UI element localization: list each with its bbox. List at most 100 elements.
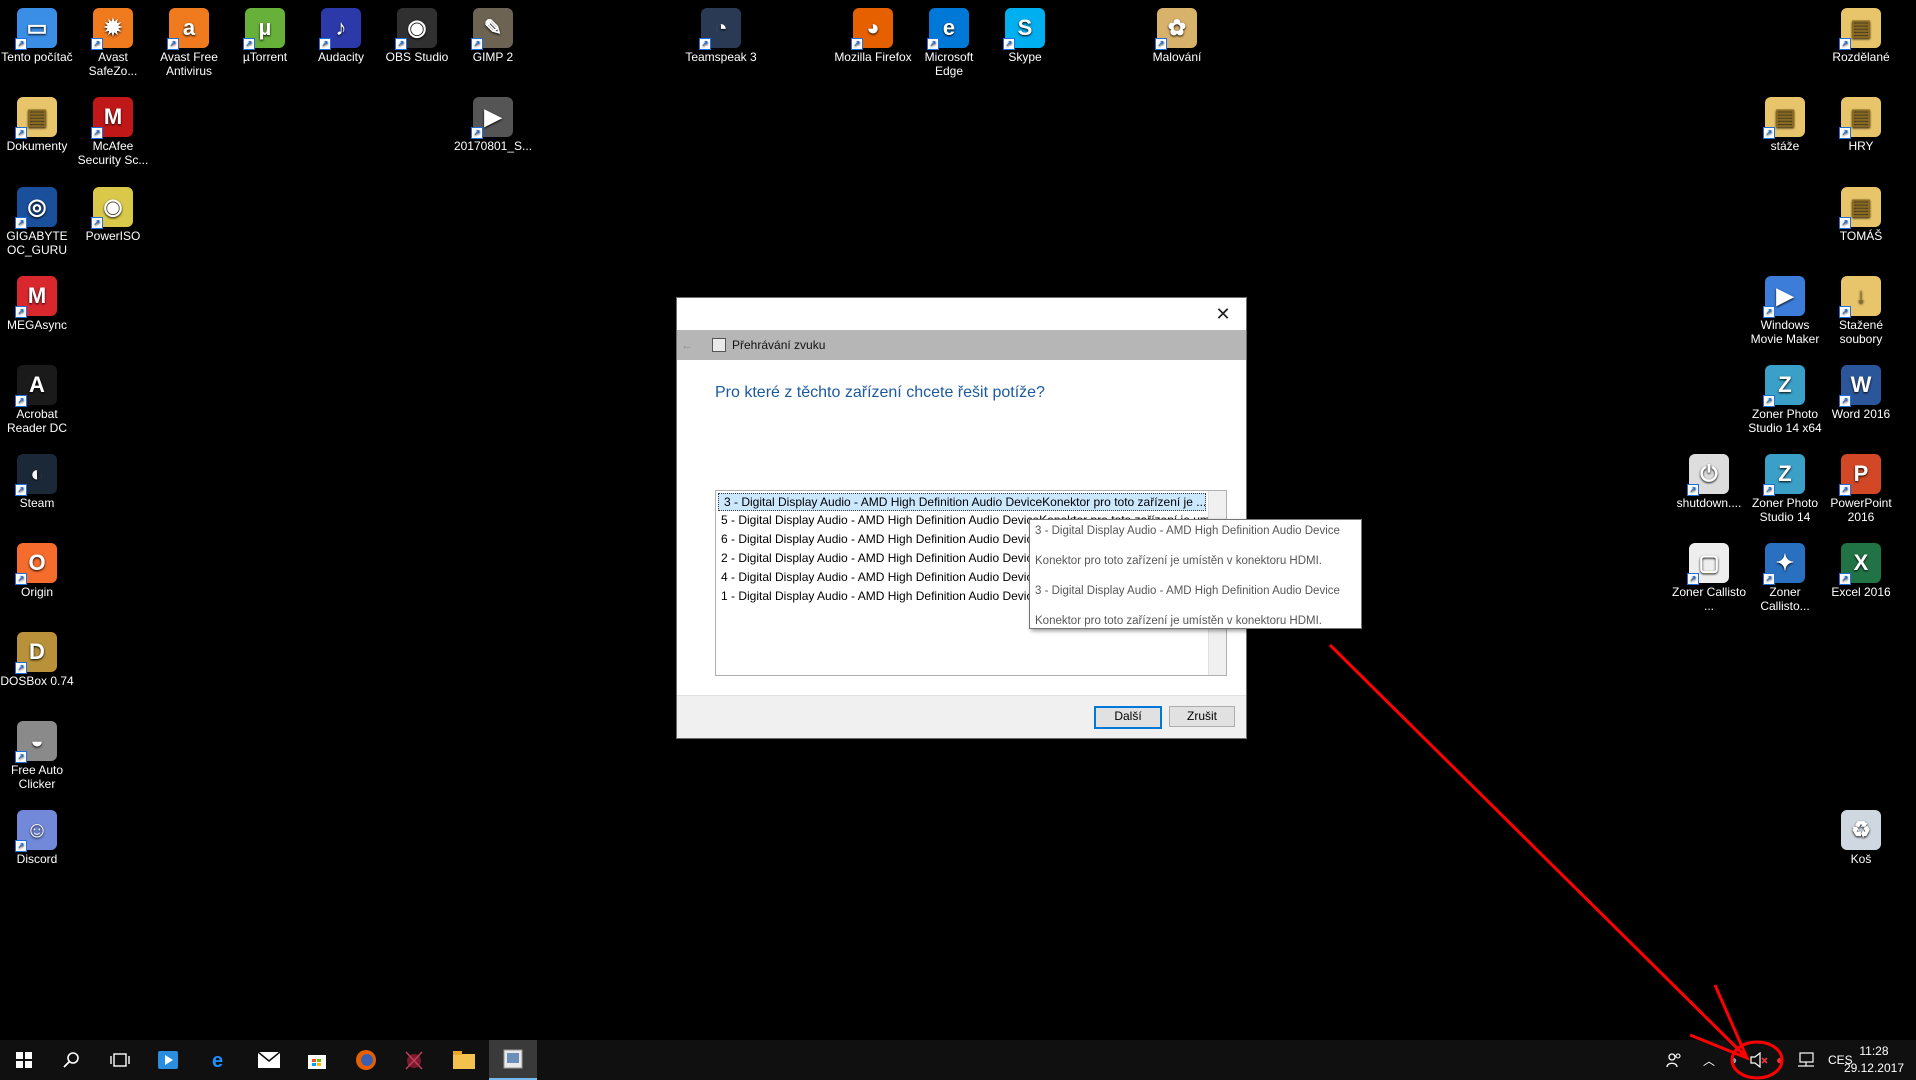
desktop-icon[interactable]: ↓ ↗ Stažené soubory: [1821, 272, 1901, 356]
people-button[interactable]: [1666, 1040, 1682, 1080]
desktop-icon-label: Discord: [16, 852, 58, 866]
desktop-icon-label: GIMP 2: [472, 50, 514, 64]
taskbar-app-store[interactable]: [293, 1040, 341, 1080]
desktop-icon[interactable]: S ↗ Skype: [985, 4, 1065, 88]
shortcut-arrow-icon: ↗: [1839, 127, 1851, 139]
desktop-icon[interactable]: a ↗ Avast Free Antivirus: [149, 4, 229, 88]
desktop-icon-label: Free Auto Clicker: [10, 763, 64, 791]
taskbar-app-troubleshooter[interactable]: [489, 1040, 537, 1080]
taskbar-app-game[interactable]: [390, 1040, 438, 1080]
desktop-icon[interactable]: ▤ ↗ Dokumenty: [0, 93, 77, 177]
origin-icon: O ↗: [15, 543, 57, 585]
cancel-button[interactable]: Zrušit: [1169, 706, 1235, 727]
desktop-icon[interactable]: ♻ Koš: [1821, 806, 1901, 890]
desktop-icon[interactable]: ♪ ↗ Audacity: [301, 4, 381, 88]
shortcut-arrow-icon: ↗: [471, 38, 483, 50]
tray-network-app[interactable]: ●: [1730, 1040, 1737, 1080]
desktop-icon[interactable]: P ↗ PowerPoint 2016: [1821, 450, 1901, 534]
taskbar-app-media-player[interactable]: [144, 1040, 192, 1080]
desktop-icon[interactable]: W ↗ Word 2016: [1821, 361, 1901, 445]
tray-alert-app[interactable]: ●: [1776, 1040, 1783, 1080]
network-button[interactable]: [1797, 1040, 1815, 1080]
show-hidden-icons-button[interactable]: ︿: [1703, 1040, 1715, 1080]
desktop-icon[interactable]: ☺ ↗ Discord: [0, 806, 77, 890]
desktop-icon-label: Zoner Photo Studio 14 x64: [1748, 407, 1822, 435]
desktop-icon[interactable]: ⏻ ↗ shutdown....: [1669, 450, 1749, 534]
desktop-icon[interactable]: D ↗ DOSBox 0.74: [0, 628, 77, 712]
taskbar-app-mail[interactable]: [245, 1040, 293, 1080]
desktop-icon[interactable]: M ↗ McAfee Security Sc...: [73, 93, 153, 177]
shortcut-arrow-icon: ↗: [1763, 127, 1775, 139]
desktop-icon[interactable]: ▤ ↗ stáže: [1745, 93, 1825, 177]
next-button[interactable]: Další: [1094, 706, 1162, 729]
taskbar-app-firefox[interactable]: [342, 1040, 390, 1080]
mail-icon: [258, 1052, 280, 1068]
desktop-icon[interactable]: ▢ ↗ Zoner Callisto ...: [1669, 539, 1749, 623]
tray-app-icon: ●: [1730, 1053, 1738, 1067]
powerpoint-icon: P ↗: [1839, 454, 1881, 496]
computer-icon: ▭ ↗: [15, 8, 57, 50]
desktop-icon[interactable]: ▤ ↗ HRY: [1821, 93, 1901, 177]
game-icon: [405, 1051, 423, 1070]
shortcut-arrow-icon: ↗: [15, 217, 27, 229]
desktop-icon[interactable]: M ↗ MEGAsync: [0, 272, 77, 356]
search-button[interactable]: [48, 1040, 96, 1080]
taskbar-app-edge[interactable]: e: [196, 1040, 244, 1080]
shortcut-arrow-icon: ↗: [15, 751, 27, 763]
shortcut-arrow-icon: ↗: [1763, 306, 1775, 318]
sound-troubleshooter-dialog: ✕ ← Přehrávání zvuku Pro které z těchto …: [676, 297, 1247, 739]
desktop-icon[interactable]: ◒ ↗ Free Auto Clicker: [0, 717, 77, 801]
desktop-icon[interactable]: µ ↗ µTorrent: [225, 4, 305, 88]
device-list-item[interactable]: 3 - Digital Display Audio - AMD High Def…: [718, 493, 1206, 511]
tooltip-line: 3 - Digital Display Audio - AMD High Def…: [1035, 525, 1340, 537]
folder-icon: ▤ ↗: [1839, 187, 1881, 229]
desktop-icon-label: Excel 2016: [1831, 585, 1891, 599]
desktop-icon[interactable]: ◕ ↗ Mozilla Firefox: [833, 4, 913, 88]
desktop-icon[interactable]: ▭ ↗ Tento počítač: [0, 4, 77, 88]
desktop-icon[interactable]: ✦ ↗ Zoner Callisto...: [1745, 539, 1825, 623]
shortcut-arrow-icon: ↗: [851, 38, 863, 50]
dialog-titlebar[interactable]: ✕: [677, 298, 1246, 330]
back-arrow-icon[interactable]: ←: [677, 338, 697, 352]
desktop-icon[interactable]: ◉ ↗ PowerISO: [73, 183, 153, 267]
desktop-icon[interactable]: ◔ ↗ Teamspeak 3: [681, 4, 761, 88]
desktop-icon[interactable]: Z ↗ Zoner Photo Studio 14: [1745, 450, 1825, 534]
desktop-icon[interactable]: O ↗ Origin: [0, 539, 77, 623]
desktop-icon-label: Word 2016: [1831, 407, 1891, 421]
clock[interactable]: 11:28 29.12.2017: [1844, 1043, 1904, 1077]
shortcut-arrow-icon: ↗: [15, 306, 27, 318]
desktop-icon[interactable]: ▶ ↗ 20170801_S...: [453, 93, 533, 177]
start-button[interactable]: [0, 1040, 48, 1080]
start-icon: [16, 1052, 32, 1068]
desktop-icon[interactable]: ◎ ↗ GIGABYTE OC_GURU: [0, 183, 77, 267]
desktop-icon-label: Origin: [20, 585, 53, 599]
desktop-icon[interactable]: X ↗ Excel 2016: [1821, 539, 1901, 623]
shortcut-arrow-icon: ↗: [1839, 306, 1851, 318]
desktop-icon[interactable]: ◐ ↗ Steam: [0, 450, 77, 534]
desktop-icon[interactable]: ▤ ↗ TOMÁŠ: [1821, 183, 1901, 267]
shortcut-arrow-icon: ↗: [15, 662, 27, 674]
desktop-icon-label: Teamspeak 3: [685, 50, 757, 64]
volume-button[interactable]: [1750, 1040, 1768, 1080]
discord-icon: ☺ ↗: [15, 810, 57, 852]
desktop-icon-label: Avast Free Antivirus: [160, 50, 218, 78]
desktop-icon[interactable]: ✿ ↗ Malování: [1137, 4, 1217, 88]
desktop-icon[interactable]: Z ↗ Zoner Photo Studio 14 x64: [1745, 361, 1825, 445]
desktop-icon[interactable]: ▶ ↗ Windows Movie Maker: [1745, 272, 1825, 356]
desktop-icon-label: Zoner Photo Studio 14: [1751, 496, 1819, 524]
shortcut-arrow-icon: ↗: [91, 217, 103, 229]
desktop-icon-label: Tento počítač: [1, 50, 73, 64]
desktop-icon[interactable]: ✹ ↗ Avast SafeZo...: [73, 4, 153, 88]
desktop-icon[interactable]: ◉ ↗ OBS Studio: [377, 4, 457, 88]
task-view-button[interactable]: [96, 1040, 144, 1080]
desktop-icon[interactable]: e ↗ Microsoft Edge: [909, 4, 989, 88]
close-button[interactable]: ✕: [1200, 298, 1246, 330]
desktop-icon[interactable]: ▤ ↗ Rozdělané: [1821, 4, 1901, 88]
desktop-icon-label: TOMÁŠ: [1839, 229, 1883, 243]
desktop-icon[interactable]: A ↗ Acrobat Reader DC: [0, 361, 77, 445]
mega-icon: M ↗: [15, 276, 57, 318]
shortcut-arrow-icon: ↗: [319, 38, 331, 50]
desktop-icon[interactable]: ✎ ↗ GIMP 2: [453, 4, 533, 88]
taskbar-app-file-explorer[interactable]: [440, 1040, 488, 1080]
people-icon: [1666, 1053, 1681, 1068]
